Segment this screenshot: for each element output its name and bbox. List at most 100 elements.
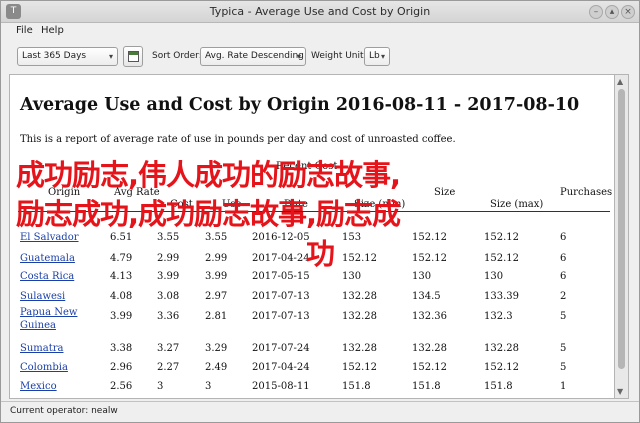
date-cell: 2017-07-13 [252, 291, 310, 302]
purchases-cell: 6 [560, 253, 567, 264]
max-size-cell: 151.8 [484, 381, 513, 392]
avg-rate-cell: 3.38 [110, 343, 133, 354]
max-size-cell: 152.12 [484, 232, 519, 243]
purchases-header: Purchases [560, 187, 613, 198]
avg-size-cell: 151.8 [412, 381, 441, 392]
min-size-cell: 132.28 [342, 291, 377, 302]
max-size-cell: 152.12 [484, 253, 519, 264]
purchases-cell: 1 [560, 381, 567, 392]
chevron-down-icon: ▾ [296, 52, 301, 61]
origin-cell[interactable]: Guatemala [20, 253, 75, 264]
scroll-up-icon[interactable]: ▲ [617, 77, 623, 86]
avg-use-cell: 3.29 [205, 343, 228, 354]
purchases-cell: 5 [560, 311, 567, 322]
avg-cost-cell: 3.99 [157, 271, 180, 282]
min-size-cell: 151.8 [342, 381, 371, 392]
date-cell: 2017-04-24 [252, 253, 310, 264]
menu-file[interactable]: File [16, 25, 33, 36]
avg-size-cell: 152.12 [412, 362, 447, 373]
purchases-cell: 5 [560, 362, 567, 373]
avg-use-cell: 2.99 [205, 253, 228, 264]
avg-use-cell: 3 [205, 381, 212, 392]
date-cell: 2017-05-15 [252, 271, 310, 282]
avg-use-cell: 2.97 [205, 291, 228, 302]
status-text: Current operator: nealw [10, 406, 118, 416]
date-range-value: Last 365 Days [22, 51, 87, 61]
avg-use-cell: 2.49 [205, 362, 228, 373]
min-size-cell: 130 [342, 271, 362, 282]
purchases-cell: 6 [560, 271, 567, 282]
avg-use-cell: 2.81 [205, 311, 228, 322]
chevron-down-icon: ▾ [108, 52, 113, 61]
vertical-scrollbar[interactable]: ▲ ▼ [615, 74, 629, 399]
status-bar: Current operator: nealw [1, 401, 639, 422]
min-size-cell: 153 [342, 232, 362, 243]
purchases-cell: 6 [560, 232, 567, 243]
avg-cost-cell: 2.99 [157, 253, 180, 264]
window-title: Typica - Average Use and Cost by Origin [209, 5, 431, 18]
toolbar: Last 365 Days ▾ Sort Order: Avg. Rate De… [1, 41, 639, 73]
max-size-header: Size (max) [490, 199, 544, 210]
avg-use-cell: 3.55 [205, 232, 228, 243]
avg-cost-cell: 3.27 [157, 343, 180, 354]
origin-cell[interactable]: Mexico [20, 381, 57, 392]
avg-rate-cell: 3.99 [110, 311, 133, 322]
avg-rate-cell: 4.13 [110, 271, 133, 282]
avg-size-cell: 134.5 [412, 291, 441, 302]
menu-help[interactable]: Help [41, 25, 64, 36]
avg-rate-cell: 6.51 [110, 232, 133, 243]
avg-rate-cell: 4.08 [110, 291, 133, 302]
calendar-button[interactable] [123, 46, 143, 67]
origin-cell[interactable]: El Salvador [20, 232, 79, 243]
minimize-icon[interactable]: – [589, 5, 603, 19]
app-window: T Typica - Average Use and Cost by Origi… [0, 0, 640, 423]
title-bar: T Typica - Average Use and Cost by Origi… [1, 1, 639, 23]
report-description: This is a report of average rate of use … [20, 134, 456, 145]
restore-icon[interactable]: ▴ [605, 5, 619, 19]
min-size-cell: 152.12 [342, 362, 377, 373]
purchases-cell: 5 [560, 343, 567, 354]
avg-cost-cell: 3.08 [157, 291, 180, 302]
max-size-cell: 132.28 [484, 343, 519, 354]
avg-size-header: Size [434, 187, 456, 198]
origin-cell[interactable]: Papua New Guinea [20, 306, 84, 332]
avg-rate-cell: 4.79 [110, 253, 133, 264]
origin-cell[interactable]: Costa Rica [20, 271, 74, 282]
origin-cell[interactable]: Sumatra [20, 343, 64, 354]
max-size-cell: 130 [484, 271, 504, 282]
weight-unit-label: Weight Unit: [311, 51, 367, 61]
date-cell: 2017-07-13 [252, 311, 310, 322]
avg-size-cell: 132.28 [412, 343, 447, 354]
avg-cost-cell: 3 [157, 381, 164, 392]
avg-cost-cell: 3.36 [157, 311, 180, 322]
min-size-cell: 132.28 [342, 343, 377, 354]
date-range-select[interactable]: Last 365 Days ▾ [17, 47, 118, 66]
avg-size-cell: 152.12 [412, 232, 447, 243]
avg-size-cell: 152.12 [412, 253, 447, 264]
calendar-icon [128, 51, 139, 62]
date-cell: 2015-08-11 [252, 381, 310, 392]
avg-size-cell: 130 [412, 271, 432, 282]
date-cell: 2017-04-24 [252, 362, 310, 373]
report-title: Average Use and Cost by Origin 2016-08-1… [20, 95, 580, 115]
sort-order-label: Sort Order: [152, 51, 202, 61]
sort-order-select[interactable]: Avg. Rate Descending ▾ [200, 47, 306, 66]
max-size-cell: 132.3 [484, 311, 513, 322]
origin-cell[interactable]: Sulawesi [20, 291, 65, 302]
date-cell: 2016-12-05 [252, 232, 310, 243]
origin-cell[interactable]: Colombia [20, 362, 68, 373]
avg-size-cell: 132.36 [412, 311, 447, 322]
sort-order-value: Avg. Rate Descending [205, 51, 304, 61]
avg-use-cell: 3.99 [205, 271, 228, 282]
scrollbar-thumb[interactable] [618, 89, 625, 369]
purchases-cell: 2 [560, 291, 567, 302]
chevron-down-icon: ▾ [380, 52, 385, 61]
avg-rate-cell: 2.56 [110, 381, 133, 392]
close-icon[interactable]: × [621, 5, 635, 19]
date-cell: 2017-07-24 [252, 343, 310, 354]
scroll-down-icon[interactable]: ▼ [617, 387, 623, 396]
max-size-cell: 152.12 [484, 362, 519, 373]
weight-unit-select[interactable]: Lb ▾ [364, 47, 390, 66]
avg-cost-cell: 2.27 [157, 362, 180, 373]
overlay-text-line-3: 功 [306, 237, 335, 271]
